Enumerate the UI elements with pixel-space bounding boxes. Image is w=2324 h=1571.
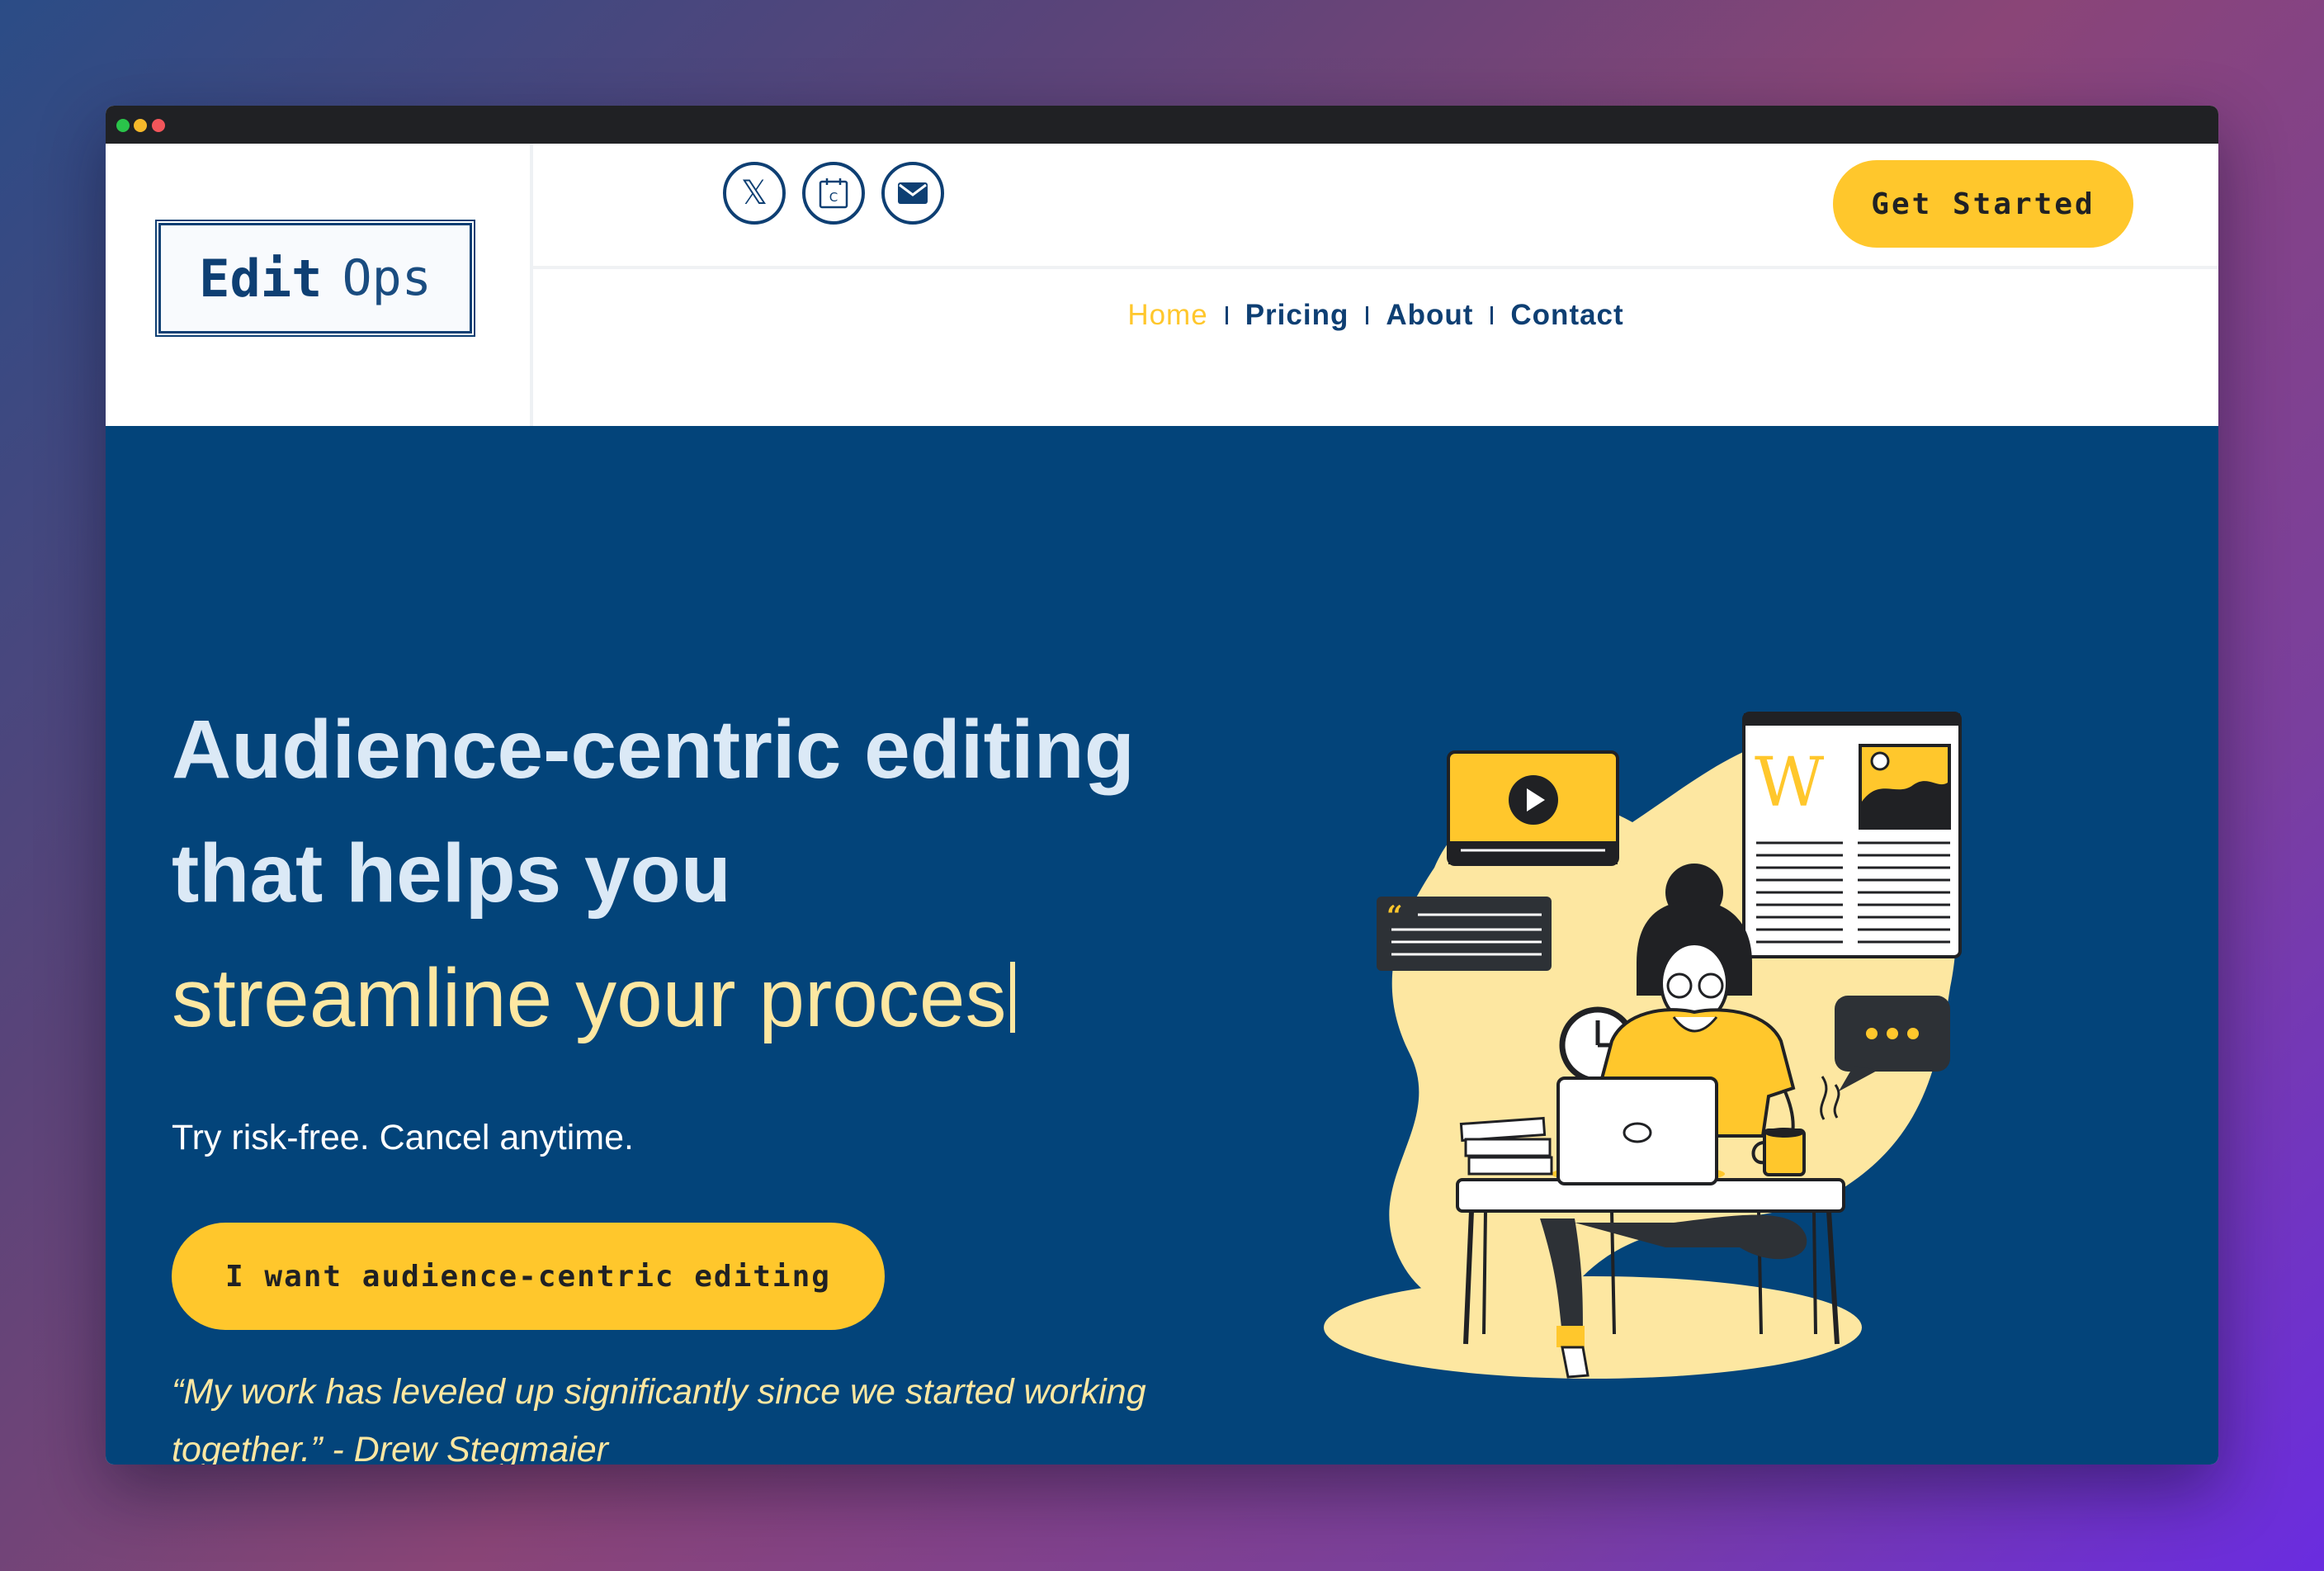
email-link[interactable] <box>881 162 944 225</box>
calendar-icon: C <box>819 178 848 209</box>
window-maximize-button[interactable] <box>116 119 130 132</box>
typed-text: streamline your proces <box>172 952 1007 1044</box>
typing-cursor <box>1009 962 1015 1033</box>
calendar-link[interactable]: C <box>802 162 865 225</box>
nav-separator <box>1366 306 1369 324</box>
x-social-link[interactable]: 𝕏 <box>723 162 786 225</box>
audience-centric-editing-button[interactable]: I want audience-centric editing <box>172 1223 885 1330</box>
logo-text-light: Ops <box>342 249 432 307</box>
x-icon: 𝕏 <box>740 174 768 212</box>
hero-section: Audience-centric editing that helps you … <box>106 426 2218 1465</box>
logo-container: Edit Ops <box>106 144 533 426</box>
logo-text-bold: Edit <box>199 248 323 309</box>
get-started-button[interactable]: Get Started <box>1833 160 2133 248</box>
site-header: Edit Ops 𝕏 C Get Started Home Pricing Ab… <box>106 144 2218 426</box>
nav-contact[interactable]: Contact <box>1510 299 1623 332</box>
site-logo[interactable]: Edit Ops <box>155 220 475 337</box>
window-minimize-button[interactable] <box>134 119 147 132</box>
hero-headline-typed: streamline your proces <box>172 957 1015 1039</box>
nav-separator <box>1225 306 1228 324</box>
nav-separator <box>1490 306 1494 324</box>
calendar-icon-letter: C <box>829 190 838 205</box>
window-close-button[interactable] <box>152 119 165 132</box>
hero-subtext: Try risk-free. Cancel anytime. <box>172 1118 634 1157</box>
hero-headline-line-1: Audience-centric editing <box>172 703 1135 796</box>
nav-pricing[interactable]: Pricing <box>1245 299 1349 332</box>
nav-about[interactable]: About <box>1386 299 1473 332</box>
window-titlebar <box>106 106 2218 144</box>
testimonial-quote: “My work has leveled up significantly si… <box>172 1372 1146 1465</box>
newspaper-w-glyph: W <box>1755 744 1825 822</box>
nav-home[interactable]: Home <box>1127 299 1207 332</box>
browser-window: Edit Ops 𝕏 C Get Started Home Pricing Ab… <box>106 106 2218 1465</box>
svg-text:“: “ <box>1386 900 1403 933</box>
hero-headline-line-2: that helps you <box>172 827 731 920</box>
header-top-row: 𝕏 C Get Started <box>533 144 2218 269</box>
mail-icon <box>898 182 928 204</box>
editor-at-desk-illustration: “ W <box>1324 712 1962 1379</box>
main-nav: Home Pricing About Contact <box>533 266 2218 365</box>
